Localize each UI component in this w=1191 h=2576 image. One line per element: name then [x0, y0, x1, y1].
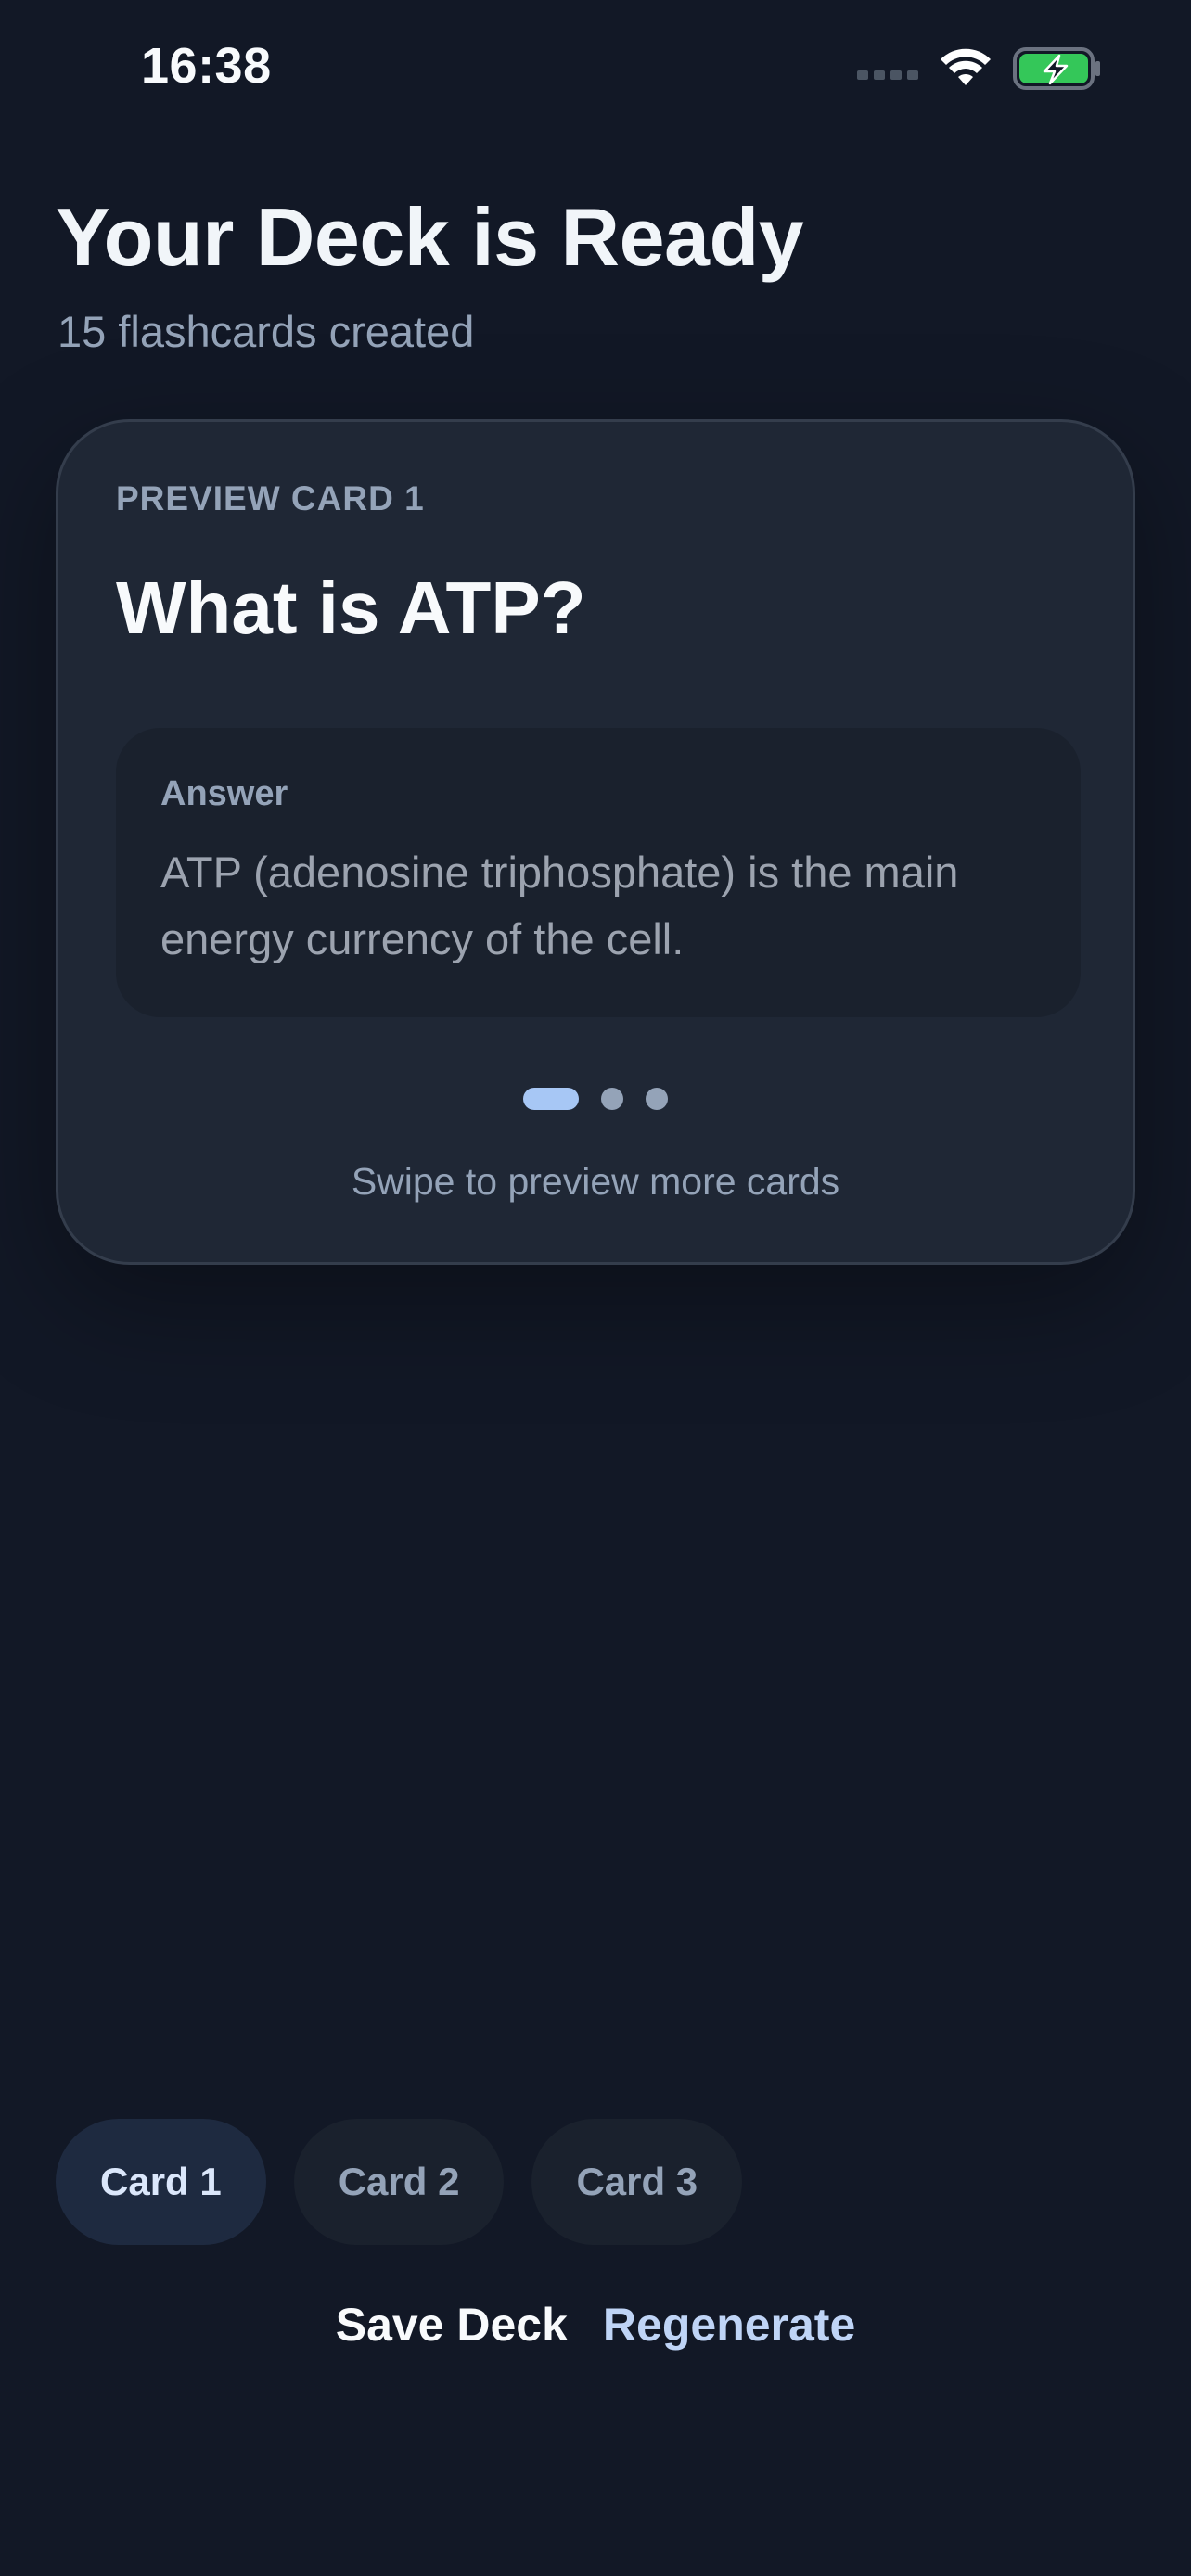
page-dot: [601, 1088, 623, 1110]
bottom-actions: Save Deck Regenerate: [0, 2298, 1191, 2352]
page-dot: [646, 1088, 668, 1110]
regenerate-button[interactable]: Regenerate: [603, 2298, 855, 2352]
chip-card-1[interactable]: Card 1: [56, 2119, 266, 2245]
swipe-hint: Swipe to preview more cards: [351, 1160, 840, 1203]
battery-charging-icon: [1013, 47, 1100, 90]
status-time: 16:38: [141, 38, 272, 94]
page-title: Your Deck is Ready: [56, 191, 804, 283]
card-selector: Card 1 Card 2 Card 3: [56, 2119, 743, 2245]
flashcard-count: 15 flashcards created: [58, 307, 475, 356]
wifi-icon: [941, 48, 991, 85]
status-icons: [857, 46, 1102, 91]
answer-box: Answer ATP (adenosine triphosphate) is t…: [116, 728, 1081, 1017]
screen: 16:38 Your Deck is Ready 15 flashcards c…: [0, 0, 1191, 2576]
page-dot-active: [523, 1088, 579, 1110]
signal-icon: [857, 70, 918, 80]
card-question: What is ATP?: [116, 567, 586, 649]
preview-card-label: PREVIEW CARD 1: [116, 479, 425, 517]
chip-card-3[interactable]: Card 3: [531, 2119, 743, 2245]
chip-card-2[interactable]: Card 2: [293, 2119, 505, 2245]
answer-text: ATP (adenosine triphosphate) is the main…: [160, 848, 959, 963]
status-bar: 16:38: [0, 0, 1191, 139]
answer-label: Answer: [160, 774, 288, 813]
preview-card[interactable]: PREVIEW CARD 1 What is ATP? Answer ATP (…: [56, 419, 1135, 1265]
page-indicator: [58, 1088, 1133, 1110]
save-deck-button[interactable]: Save Deck: [336, 2298, 568, 2352]
